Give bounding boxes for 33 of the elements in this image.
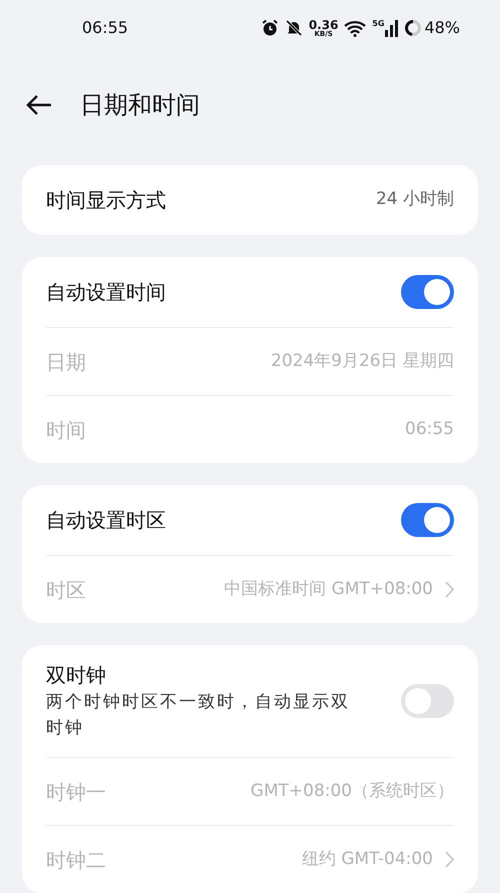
setting-label: 时钟一 [46, 778, 106, 806]
battery-ring-icon [404, 19, 422, 37]
signal-bars-icon [385, 20, 398, 36]
setting-label: 自动设置时区 [46, 507, 166, 534]
setting-label: 日期 [46, 348, 86, 376]
setting-label: 时间 [46, 416, 86, 444]
page-title: 日期和时间 [80, 90, 200, 121]
clock-time: 06:55 [82, 17, 128, 39]
setting-label: 自动设置时间 [46, 279, 166, 306]
network-speed: 0.36 [308, 18, 338, 30]
toggle-switch[interactable] [401, 503, 454, 537]
setting-label: 时间显示方式 [46, 187, 166, 214]
alarm-clock-icon [260, 19, 279, 37]
setting-value: 06:55 [405, 418, 454, 441]
setting-label: 双时钟 [46, 662, 107, 689]
toggle-switch[interactable] [401, 684, 454, 718]
chevron-right-icon [445, 581, 454, 598]
setting-value: 2024年9月26日 星期四 [270, 350, 454, 373]
setting-row[interactable]: 时间显示方式 24 小时制 [46, 165, 454, 235]
setting-value: 纽约 GMT-04:00 [302, 848, 433, 871]
toggle-switch[interactable] [401, 275, 454, 309]
setting-value: GMT+08:00（系统时区） [250, 780, 454, 803]
setting-value: 24 小时制 [376, 188, 454, 212]
battery-percent: 48% [424, 17, 460, 39]
muted-bell-icon [284, 19, 303, 37]
setting-description: 两个时钟时区不一致时，自动显示双时钟 [46, 691, 351, 740]
setting-value: 中国标准时间 GMT+08:00 [224, 578, 433, 601]
chevron-right-icon [445, 851, 454, 868]
back-button[interactable] [26, 95, 52, 115]
wifi-icon [344, 20, 366, 36]
setting-label: 时钟二 [46, 846, 106, 874]
setting-label: 时区 [46, 576, 86, 604]
network-type: 5G [372, 20, 384, 28]
